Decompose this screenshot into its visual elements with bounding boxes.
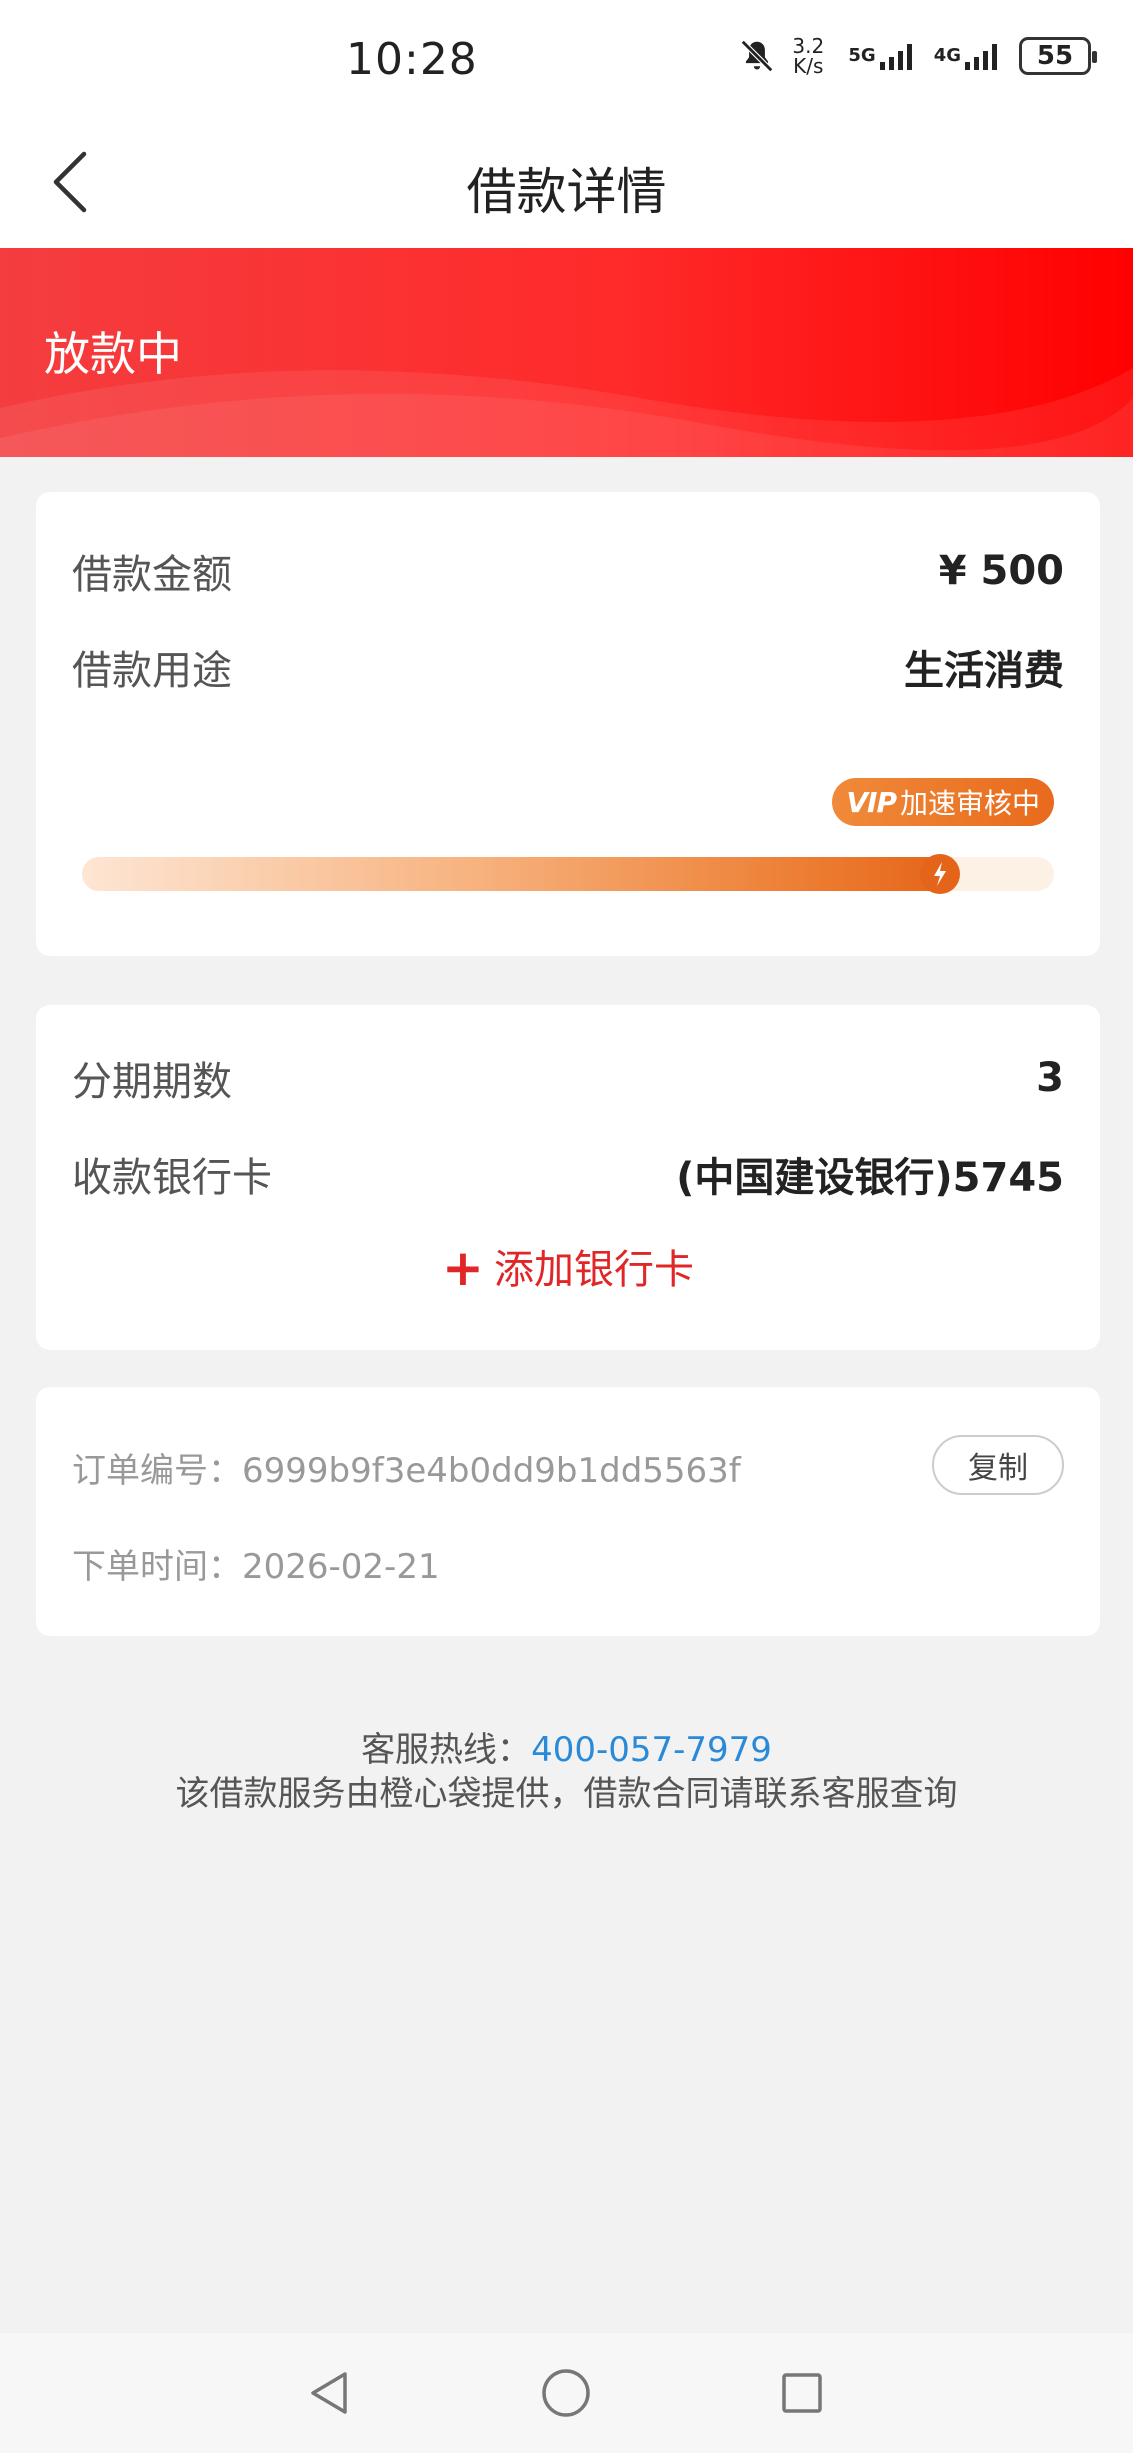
amount-row: 借款金额 ¥ 500 [72,542,1064,600]
system-nav-bar [0,2333,1133,2453]
plus-icon: + [442,1239,484,1297]
vip-tag: VIP [846,785,897,819]
status-banner: 放款中 [0,248,1133,457]
order-number-value: 6999b9f3e4b0dd9b1dd5563f [242,1451,741,1491]
review-progress-bar [82,854,1054,894]
signal-bars-icon [965,44,997,70]
add-bank-card-button[interactable]: + 添加银行卡 [36,1237,1100,1297]
page-title: 借款详情 [466,163,667,221]
footer: 客服热线：400-057-7979 该借款服务由橙心袋提供，借款合同请联系客服查… [0,1728,1133,1816]
circle-home-icon [542,2369,590,2417]
system-back-button[interactable] [298,2361,362,2425]
order-time-label: 下单时间： [72,1547,242,1587]
add-bank-card-label: 添加银行卡 [493,1247,694,1293]
signal-5g-label: 5G [848,45,876,66]
order-time-row: 下单时间：2026-02-21 [72,1539,440,1588]
hotline-number-link[interactable]: 400-057-7979 [531,1730,772,1770]
square-recents-icon [782,2373,822,2413]
system-recents-button[interactable] [770,2361,834,2425]
installment-card: 分期期数 3 收款银行卡 (中国建设银行)5745 + 添加银行卡 [36,1005,1100,1350]
order-number-row: 订单编号：6999b9f3e4b0dd9b1dd5563f [72,1443,741,1492]
periods-label: 分期期数 [72,1059,232,1105]
hotline-line: 客服热线：400-057-7979 [0,1728,1133,1772]
hotline-label: 客服热线： [361,1730,532,1770]
order-number-label: 订单编号： [72,1451,242,1491]
rocket-icon [919,854,960,894]
vip-text: 加速审核中 [899,787,1040,820]
signal-5g: 5G [848,40,917,72]
signal-4g: 4G [934,40,1003,72]
copy-button[interactable]: 复制 [932,1435,1064,1495]
triangle-back-icon [311,2372,347,2414]
battery-indicator: 55 [1019,37,1097,75]
mute-bell-icon [738,37,776,75]
bank-card-value: (中国建设银行)5745 [676,1155,1064,1201]
bank-card-label: 收款银行卡 [72,1155,272,1201]
service-note: 该借款服务由橙心袋提供，借款合同请联系客服查询 [175,1774,958,1814]
amount-value: ¥ 500 [938,548,1064,594]
nav-bar: 借款详情 [0,120,1133,248]
amount-label: 借款金额 [72,552,232,598]
signal-4g-label: 4G [933,45,961,66]
system-home-button[interactable] [534,2361,598,2425]
progress-fill [82,857,957,891]
loan-info-card: 借款金额 ¥ 500 借款用途 生活消费 VIP 加速审核中 [36,492,1100,956]
periods-value: 3 [1036,1055,1064,1101]
purpose-label: 借款用途 [72,648,232,694]
loan-status: 放款中 [44,327,182,381]
vip-review-badge: VIP 加速审核中 [832,778,1054,826]
status-bar: 10:28 3.2 K/s 5G 4G 55 [0,0,1133,120]
net-speed: 3.2 K/s [792,36,832,76]
bank-card-row: 收款银行卡 (中国建设银行)5745 [72,1145,1064,1203]
net-speed-unit: K/s [793,54,824,78]
periods-row: 分期期数 3 [72,1049,1064,1107]
status-icons: 3.2 K/s 5G 4G 55 [722,36,1097,76]
status-time: 10:28 [346,34,478,85]
order-info-card: 订单编号：6999b9f3e4b0dd9b1dd5563f 复制 下单时间：20… [36,1387,1100,1636]
signal-bars-icon [879,44,912,70]
purpose-row: 借款用途 生活消费 [72,638,1064,696]
purpose-value: 生活消费 [904,648,1064,694]
order-time-value: 2026-02-21 [242,1547,440,1587]
